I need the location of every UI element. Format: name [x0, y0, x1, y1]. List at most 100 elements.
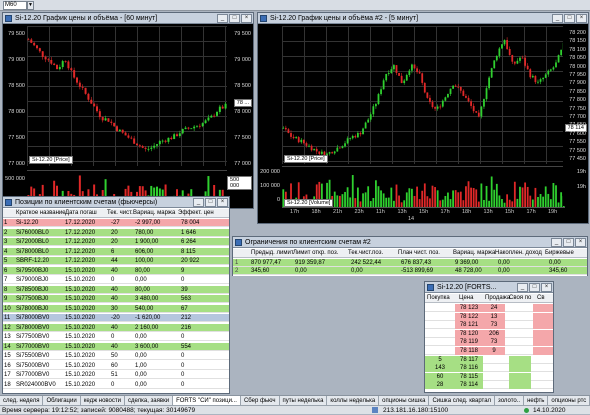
col-var[interactable]: Вариац. маржа	[133, 210, 175, 216]
orderbook-row[interactable]: 78 118 9	[425, 347, 553, 355]
table-row[interactable]: 2 345,60 0,00 0,00 -513 899,69 48 728,00 0,00 3…	[233, 267, 587, 275]
minimize-button[interactable]: _	[517, 283, 528, 292]
workspace-tab[interactable]: путы неделька	[279, 396, 328, 405]
row-number: 6	[4, 267, 8, 274]
table-row[interactable]: 1 870 977,47 919 359,87 242 522,44 676 837,4…	[233, 259, 587, 267]
limits-window: Ограничения по клиентским счетам #2 _ □ …	[232, 236, 588, 276]
maximize-button[interactable]: □	[229, 14, 240, 23]
col-net[interactable]: Тек. чист.	[107, 210, 133, 216]
orderbook-row[interactable]: 78 120 206	[425, 329, 553, 338]
table-row[interactable]: 11 Si78000BV0 15.10.2020 -20 -1 620,00 212	[3, 314, 229, 322]
volume-bar	[462, 200, 465, 207]
close-button[interactable]: ×	[576, 14, 587, 23]
workspace-tab[interactable]: нефть	[524, 396, 549, 405]
orderbook-row[interactable]: 143 78 116	[425, 364, 553, 373]
table-row[interactable]: 12 Si78000BV0 15.10.2020 40 2 160,00 216	[3, 323, 229, 332]
candle-body	[431, 101, 434, 108]
maximize-button[interactable]: □	[564, 14, 575, 23]
sell-volume: 13	[483, 312, 505, 321]
table-row[interactable]: 16 Si75000BV0 15.10.2020 60 1,00 0	[3, 361, 229, 370]
table-row[interactable]: 17 Si77000BV0 15.10.2020 51 0,00 0	[3, 371, 229, 379]
table-row[interactable]: 10 Si78000BJ0 15.10.2020 30 540,00 67	[3, 304, 229, 313]
table-row[interactable]: 6 Si79500BJ0 15.10.2020 40 80,00 9	[3, 266, 229, 275]
orderbook-row[interactable]: 28 78 114	[425, 381, 553, 390]
minimize-button[interactable]: _	[552, 14, 563, 23]
workspace-tab[interactable]: кедж новости	[80, 396, 125, 405]
col-own2[interactable]: Св	[537, 295, 545, 301]
chart1-price-plot[interactable]: Si-12.20 [Price]	[27, 26, 227, 166]
close-button[interactable]: ×	[541, 283, 552, 292]
col-open-limit[interactable]: Лимит откр. поз.	[293, 250, 338, 256]
chart2-volume-plot[interactable]: Si-12.20 [Volume]	[282, 166, 565, 207]
workspace-tab[interactable]: след. неделя	[0, 396, 44, 405]
minimize-button[interactable]: _	[193, 198, 204, 207]
workspace-tab[interactable]: Облигации	[43, 396, 81, 405]
limit-cell: 242 522,44	[351, 260, 382, 266]
combo-arrow-icon[interactable]: ▼	[27, 1, 34, 10]
volume-bar	[457, 192, 460, 207]
col-prev-limit[interactable]: Предыд. лимит	[251, 250, 294, 256]
chart2-price-plot[interactable]: Si-12.20 [Price]	[282, 26, 565, 164]
table-row[interactable]: 7 Si79000BJ0 15.10.2020 0 0,00 0	[3, 276, 229, 284]
table-row[interactable]: 9 Si77500BJ0 15.10.2020 40 3 480,00 563	[3, 295, 229, 303]
table-row[interactable]: 13 Si77500BV0 15.10.2020 0 0,00 0	[3, 333, 229, 341]
workspace-tab[interactable]: Сишка след. квартал	[429, 396, 496, 405]
table-row[interactable]: 14 Si77000BV0 15.10.2020 40 3 600,00 554	[3, 342, 229, 351]
col-price[interactable]: Цена	[459, 295, 473, 301]
volume-bar	[385, 197, 388, 207]
interval-combo[interactable]: M60	[3, 1, 27, 10]
col-date[interactable]: Дата погаш	[65, 210, 97, 216]
chart1-titlebar[interactable]: Si-12.20 График цены и объёма - [60 мину…	[3, 13, 253, 24]
limits-titlebar[interactable]: Ограничения по клиентским счетам #2 _ □ …	[233, 237, 587, 248]
table-row[interactable]: 1 Si-12.20 17.12.2020 -27 -2 997,00 78 004	[3, 219, 229, 227]
col-net-pos[interactable]: Тек.чист.поз.	[348, 250, 383, 256]
maximize-button[interactable]: □	[529, 283, 540, 292]
table-row[interactable]: 5 SBRF-12.20 17.12.2020 44 100,00 20 922	[3, 257, 229, 265]
col-buy[interactable]: Покупка	[427, 295, 450, 301]
col-var-margin[interactable]: Вариац. маржа	[453, 250, 495, 256]
col-sell[interactable]: Продажа	[485, 295, 510, 301]
col-exch[interactable]: Биржевые	[545, 250, 574, 256]
position-net: -20	[111, 315, 120, 321]
table-row[interactable]: 4 Si78000BL0 17.12.2020 6 606,00 8 115	[3, 247, 229, 256]
maximize-button[interactable]: □	[563, 238, 574, 247]
minimize-button[interactable]: _	[217, 14, 228, 23]
candle-body	[161, 140, 164, 142]
orderbook-row[interactable]: 78 121 73	[425, 321, 553, 330]
orderbook-row[interactable]: 60 78 115	[425, 372, 553, 381]
positions-titlebar[interactable]: Позиции по клиентским счетам (фьючерсы) …	[3, 197, 229, 208]
close-button[interactable]: ×	[241, 14, 252, 23]
orderbook-row[interactable]: 5 78 117	[425, 355, 553, 364]
position-name: Si76000BL0	[16, 229, 49, 236]
table-row[interactable]: 3 Si72000BL0 17.12.2020 20 1 900,00 6 264	[3, 238, 229, 246]
table-row[interactable]: 2 Si76000BL0 17.12.2020 20 780,00 1 646	[3, 228, 229, 237]
orderbook-row[interactable]: 78 119 73	[425, 338, 553, 347]
orderbook-row[interactable]: 78 123 24	[425, 304, 553, 312]
col-plan-pos[interactable]: План чист. поз.	[398, 250, 440, 256]
table-row[interactable]: 18 SR024000BV0 15.10.2020 0 0,00 0	[3, 380, 229, 389]
col-own[interactable]: Своя по	[509, 295, 531, 301]
table-row[interactable]: 8 Si78500BJ0 15.10.2020 40 80,00 39	[3, 285, 229, 294]
workspace-tab[interactable]: опционы сишка	[379, 396, 430, 405]
workspace-tab[interactable]: опционы ртс	[548, 396, 590, 405]
orderbook-row[interactable]: 78 122 13	[425, 312, 553, 321]
minimize-button[interactable]: _	[551, 238, 562, 247]
candle-body	[64, 61, 67, 62]
close-button[interactable]: ×	[217, 198, 228, 207]
workspace-tab[interactable]: FORTS "СИ" позици...	[173, 396, 241, 405]
workspace-tab[interactable]: коллы неделька	[327, 396, 380, 405]
chart2-titlebar[interactable]: Si-12.20 График цены и объёма #2 - [5 ми…	[258, 13, 588, 24]
candle-body	[495, 56, 498, 61]
close-button[interactable]: ×	[575, 238, 586, 247]
workspace-tab[interactable]: сделка, заявки	[124, 396, 174, 405]
workspace-tab[interactable]: золото..	[495, 396, 525, 405]
col-name[interactable]: Краткое название	[16, 210, 66, 216]
orderbook-titlebar[interactable]: Si-12.20 [FORTS... _ □ ×	[425, 282, 553, 293]
maximize-button[interactable]: □	[205, 198, 216, 207]
table-row[interactable]: 15 Si75500BV0 15.10.2020 50 0,00 0	[3, 352, 229, 360]
col-eff[interactable]: Эффект. цен	[178, 210, 214, 216]
col-accum[interactable]: Накоплен. доход	[495, 250, 542, 256]
candle-body	[47, 59, 50, 61]
candle-body	[27, 39, 30, 41]
workspace-tab[interactable]: Сбер фьюч	[240, 396, 280, 405]
